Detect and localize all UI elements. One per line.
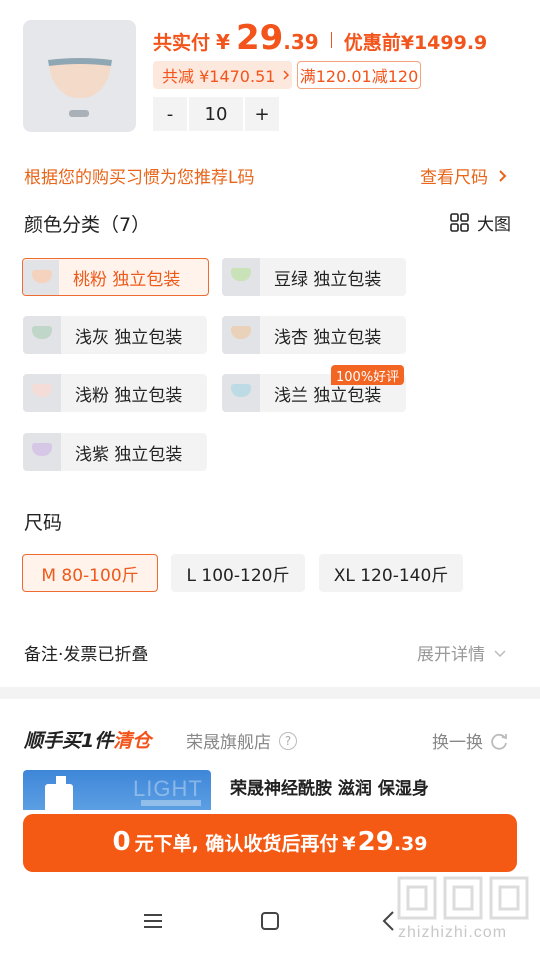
price-divider bbox=[330, 32, 332, 48]
size-chart-link[interactable]: 查看尺码 bbox=[420, 163, 509, 188]
swatch-color bbox=[32, 384, 52, 397]
place-order-button[interactable]: 0 元下单, 确认收货后再付 ¥ 29 .39 bbox=[23, 814, 517, 872]
watermark-logo bbox=[397, 876, 529, 920]
cta-price-integer: 29 bbox=[357, 827, 394, 857]
color-option-label: 浅杏 独立包装 bbox=[274, 327, 382, 348]
swatch-color bbox=[32, 269, 52, 283]
cta-currency: ¥ bbox=[342, 833, 356, 855]
color-option-light-apricot[interactable]: 浅杏 独立包装 bbox=[222, 316, 406, 354]
big-view-button[interactable]: 大图 bbox=[450, 210, 511, 235]
swatch-color bbox=[231, 268, 251, 281]
decrease-button[interactable]: - bbox=[153, 97, 187, 131]
color-option-light-gray[interactable]: 浅灰 独立包装 bbox=[23, 316, 207, 354]
original-price: ¥1499.9 bbox=[400, 32, 488, 54]
section-divider bbox=[0, 687, 540, 699]
addon-title-prefix: 顺手买1件 bbox=[24, 730, 114, 752]
price-integer: 29 bbox=[235, 18, 284, 58]
quantity-value[interactable]: 10 bbox=[189, 97, 243, 131]
cta-text: 元下单, 确认收货后再付 bbox=[134, 833, 339, 855]
swatch-image bbox=[23, 374, 61, 412]
color-option-bean-green[interactable]: 豆绿 独立包装 bbox=[222, 258, 406, 296]
total-discount-text: 共减 ¥1470.51 bbox=[162, 67, 276, 86]
chevron-right-icon bbox=[283, 70, 290, 80]
currency-symbol: ¥ bbox=[216, 30, 230, 54]
swatch-color bbox=[32, 326, 52, 339]
addon-title: 顺手买1件清仓 bbox=[24, 726, 151, 753]
original-price-label: 优惠前 bbox=[343, 32, 401, 54]
addon-title-highlight: 清仓 bbox=[113, 730, 152, 752]
size-option-m[interactable]: M 80-100斤 bbox=[22, 554, 158, 592]
swatch-image bbox=[23, 433, 61, 471]
size-section-title: 尺码 bbox=[24, 512, 63, 534]
size-recommendation: 根据您的购买习惯为您推荐L码 bbox=[24, 168, 255, 188]
total-discount-chip[interactable]: 共减 ¥1470.51 bbox=[153, 61, 292, 89]
remark-invoice-label: 备注·发票已折叠 bbox=[24, 645, 149, 665]
color-option-label: 豆绿 独立包装 bbox=[274, 269, 382, 290]
refresh-icon bbox=[491, 733, 507, 750]
product-image-text: LIGHT bbox=[133, 776, 203, 801]
store-label: 荣晟旗舰店 bbox=[186, 733, 271, 753]
swatch-image bbox=[23, 259, 59, 295]
price-row: 共实付 ¥ 29 .39 优惠前 ¥1499.9 bbox=[153, 18, 487, 62]
addon-product-image[interactable]: LIGHT bbox=[23, 770, 211, 810]
coupon-chip[interactable]: 满120.01减120 bbox=[297, 61, 421, 89]
size-option-xl[interactable]: XL 120-140斤 bbox=[319, 554, 463, 592]
color-option-label: 浅粉 独立包装 bbox=[75, 385, 183, 406]
menu-icon[interactable] bbox=[143, 912, 163, 930]
quantity-stepper: - 10 + bbox=[153, 97, 279, 131]
bottle-shape bbox=[45, 784, 73, 810]
swatch-color bbox=[32, 443, 52, 456]
back-icon[interactable] bbox=[381, 910, 395, 932]
addon-product-name[interactable]: 荣晟神经酰胺 滋润 保湿身 bbox=[230, 774, 429, 799]
rating-badge: 100%好评 bbox=[331, 365, 405, 385]
thumbnail-tag bbox=[69, 110, 89, 117]
color-option-light-pink[interactable]: 浅粉 独立包装 bbox=[23, 374, 207, 412]
help-icon[interactable]: ? bbox=[279, 731, 297, 750]
color-option-label: 桃粉 独立包装 bbox=[73, 269, 181, 290]
product-image-stripe bbox=[141, 800, 201, 806]
swatch-image bbox=[222, 374, 260, 412]
swatch-color bbox=[231, 384, 251, 397]
size-chart-label: 查看尺码 bbox=[420, 168, 488, 188]
paid-label: 共实付 bbox=[153, 32, 211, 54]
color-option-peach[interactable]: 桃粉 独立包装 bbox=[22, 258, 209, 296]
swatch-image bbox=[23, 316, 61, 354]
color-option-label: 浅紫 独立包装 bbox=[75, 444, 183, 465]
expand-details-button[interactable]: 展开详情 bbox=[417, 640, 507, 665]
product-thumbnail[interactable] bbox=[23, 20, 136, 132]
expand-details-label: 展开详情 bbox=[417, 645, 485, 665]
grid-icon bbox=[450, 213, 469, 232]
swatch-image bbox=[222, 316, 260, 354]
underwear-image bbox=[48, 58, 112, 98]
color-option-light-purple[interactable]: 浅紫 独立包装 bbox=[23, 433, 207, 471]
swap-label: 换一换 bbox=[432, 733, 483, 753]
increase-button[interactable]: + bbox=[245, 97, 279, 131]
swatch-image bbox=[222, 258, 260, 296]
color-option-label: 浅灰 独立包装 bbox=[75, 327, 183, 348]
cta-amount: 0 bbox=[112, 827, 131, 857]
chevron-right-icon bbox=[499, 170, 507, 182]
store-name[interactable]: 荣晟旗舰店 ? bbox=[186, 728, 297, 753]
color-section-title: 颜色分类（7） bbox=[24, 214, 151, 236]
big-view-label: 大图 bbox=[477, 215, 511, 235]
watermark-text: zhizhizhi.com bbox=[398, 924, 508, 941]
price-decimal: .39 bbox=[283, 30, 319, 54]
size-option-l[interactable]: L 100-120斤 bbox=[171, 554, 305, 592]
swatch-color bbox=[231, 326, 251, 339]
cta-price-decimal: .39 bbox=[393, 833, 428, 855]
chevron-down-icon bbox=[494, 649, 506, 657]
swap-button[interactable]: 换一换 bbox=[432, 728, 509, 753]
home-icon[interactable] bbox=[260, 911, 280, 931]
